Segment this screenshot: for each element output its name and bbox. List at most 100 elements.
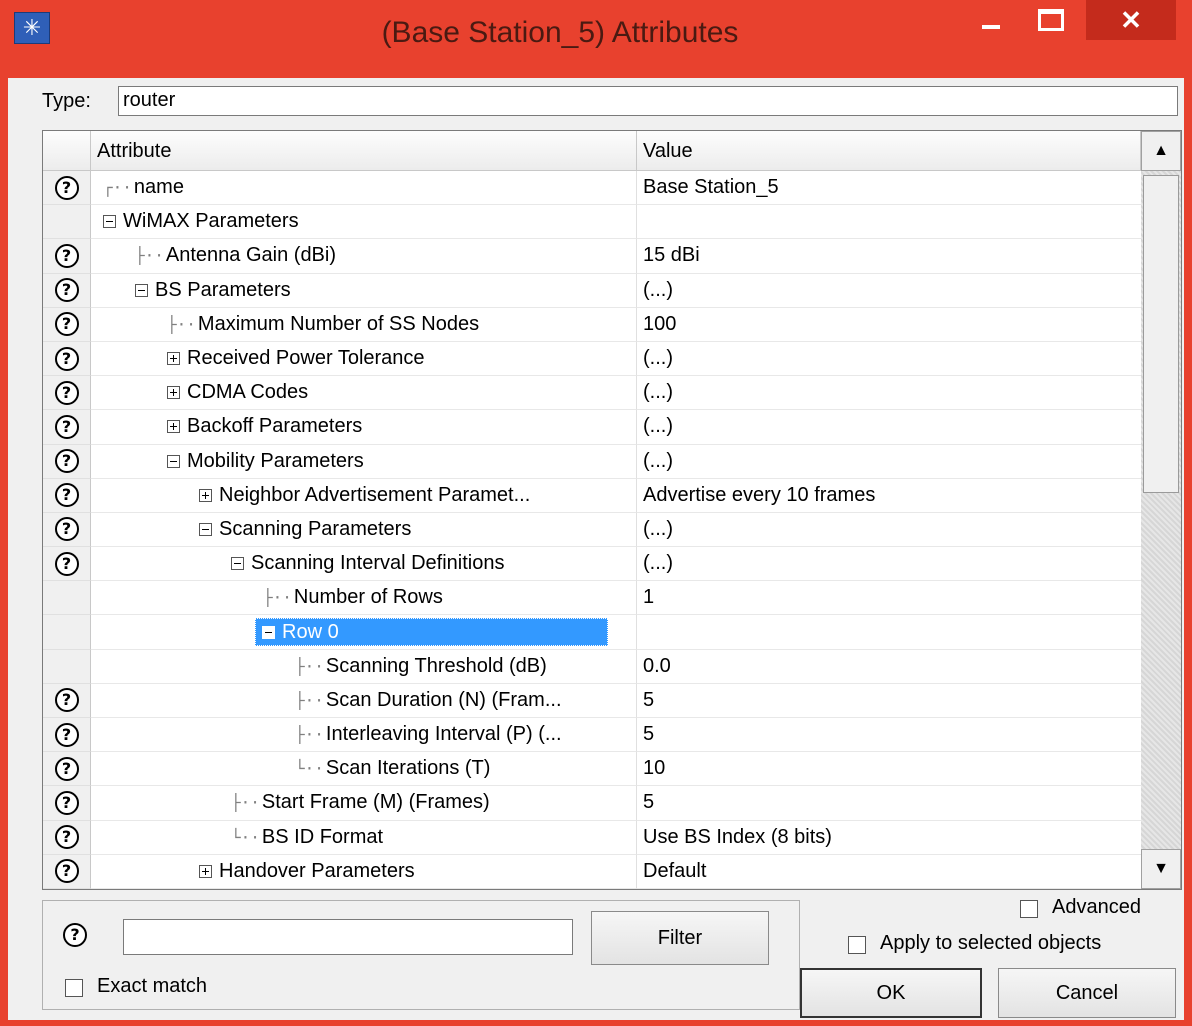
collapse-icon[interactable] — [103, 215, 116, 229]
table-row[interactable]: ? Neighbor Advertisement Paramet... Advert… — [43, 478, 1141, 513]
apply-selected-checkbox[interactable] — [848, 936, 866, 954]
value-cell[interactable]: (...) — [637, 376, 1141, 411]
expand-icon[interactable] — [199, 488, 212, 502]
value-cell[interactable]: (...) — [637, 410, 1141, 445]
attribute-cell[interactable]: ├·· Start Frame (M) (Frames) — [91, 786, 637, 821]
attribute-cell[interactable]: Neighbor Advertisement Paramet... — [91, 478, 637, 513]
collapse-icon[interactable] — [231, 557, 244, 571]
table-row[interactable]: ? ┌·· name Base Station_5 — [43, 171, 1141, 206]
help-icon[interactable]: ? — [54, 483, 79, 508]
help-icon[interactable]: ? — [54, 414, 79, 439]
advanced-checkbox[interactable] — [1020, 900, 1038, 918]
value-column-header[interactable]: Value — [637, 131, 1141, 171]
table-row[interactable]: ├·· Number of Rows 1 — [43, 581, 1141, 616]
table-row[interactable]: ? ├·· Antenna Gain (dBi) 15 dBi — [43, 239, 1141, 274]
expand-icon[interactable] — [167, 386, 180, 400]
help-icon[interactable]: ? — [54, 243, 79, 268]
attribute-cell[interactable]: Scanning Parameters — [91, 512, 637, 548]
star-app-icon[interactable]: ✳ — [14, 12, 50, 44]
collapse-icon[interactable] — [135, 283, 148, 297]
value-cell[interactable]: 5 — [637, 786, 1141, 821]
title-bar[interactable]: ✳ (Base Station_5) Attributes ✕ — [0, 0, 1192, 78]
value-cell[interactable]: (...) — [637, 547, 1141, 582]
table-row[interactable]: WiMAX Parameters — [43, 205, 1141, 240]
attribute-cell[interactable]: ├·· Antenna Gain (dBi) — [91, 239, 637, 274]
value-cell[interactable]: 100 — [637, 308, 1141, 342]
collapse-icon[interactable] — [167, 454, 180, 468]
type-field[interactable]: router — [118, 86, 1178, 116]
filter-input[interactable] — [123, 919, 573, 955]
attribute-cell[interactable]: BS Parameters — [91, 273, 637, 308]
help-icon[interactable]: ? — [54, 551, 79, 576]
help-icon[interactable]: ? — [63, 923, 87, 947]
value-cell[interactable]: 15 dBi — [637, 239, 1141, 274]
value-cell[interactable]: (...) — [637, 342, 1141, 377]
scroll-down-button[interactable]: ▼ — [1141, 849, 1181, 889]
vertical-scrollbar[interactable]: ▲ ▼ — [1141, 131, 1181, 889]
value-cell[interactable]: Advertise every 10 frames — [637, 479, 1141, 513]
minimize-button[interactable] — [968, 0, 1014, 40]
value-cell[interactable]: (...) — [637, 445, 1141, 479]
table-row[interactable]: ├·· Scanning Threshold (dB) 0.0 — [43, 649, 1141, 684]
help-icon[interactable]: ? — [54, 825, 79, 850]
attribute-cell[interactable]: WiMAX Parameters — [91, 205, 637, 240]
help-icon[interactable]: ? — [54, 175, 79, 200]
expand-icon[interactable] — [167, 420, 180, 434]
attribute-cell[interactable]: Handover Parameters — [91, 854, 637, 889]
table-row[interactable]: ? Backoff Parameters (...) — [43, 410, 1141, 445]
table-row[interactable]: ? BS Parameters (...) — [43, 273, 1141, 308]
attribute-cell[interactable]: ├·· Maximum Number of SS Nodes — [91, 307, 637, 342]
attribute-cell[interactable]: └·· Scan Iterations (T) — [91, 752, 637, 787]
table-row[interactable]: ? └·· BS ID Format Use BS Index (8 bits) — [43, 820, 1141, 855]
exact-match-checkbox[interactable] — [65, 979, 83, 997]
expand-icon[interactable] — [167, 352, 180, 366]
help-icon[interactable]: ? — [54, 312, 79, 337]
attribute-cell[interactable]: Row 0 — [91, 615, 637, 650]
help-icon[interactable]: ? — [54, 517, 79, 542]
table-row[interactable]: ? ├·· Scan Duration (N) (Fram... 5 — [43, 683, 1141, 718]
value-cell[interactable]: 1 — [637, 581, 1141, 616]
collapse-icon[interactable] — [262, 625, 275, 639]
attribute-cell[interactable]: ├·· Interleaving Interval (P) (... — [91, 718, 637, 753]
table-row[interactable]: ? Mobility Parameters (...) — [43, 444, 1141, 479]
table-row[interactable]: ? Received Power Tolerance (...) — [43, 341, 1141, 377]
value-cell[interactable] — [637, 615, 1141, 650]
filter-button[interactable]: Filter — [591, 911, 769, 965]
value-cell[interactable]: Default — [637, 855, 1141, 889]
attribute-cell[interactable]: Received Power Tolerance — [91, 341, 637, 377]
table-row[interactable]: ? CDMA Codes (...) — [43, 376, 1141, 411]
attribute-cell[interactable]: Mobility Parameters — [91, 444, 637, 479]
help-icon[interactable]: ? — [54, 790, 79, 815]
help-icon[interactable]: ? — [54, 380, 79, 405]
expand-icon[interactable] — [199, 864, 212, 878]
value-cell[interactable]: 5 — [637, 684, 1141, 718]
help-icon[interactable]: ? — [54, 722, 79, 747]
scrollbar-thumb[interactable] — [1143, 175, 1179, 493]
attribute-cell[interactable]: ├·· Scan Duration (N) (Fram... — [91, 683, 637, 718]
ok-button[interactable]: OK — [800, 968, 982, 1018]
table-row[interactable]: ? Scanning Interval Definitions (...) — [43, 547, 1141, 582]
value-cell[interactable]: Base Station_5 — [637, 171, 1141, 206]
value-cell[interactable]: Use BS Index (8 bits) — [637, 821, 1141, 855]
attribute-cell[interactable]: ┌·· name — [91, 171, 637, 206]
help-icon[interactable]: ? — [54, 688, 79, 713]
value-cell[interactable] — [637, 205, 1141, 240]
help-icon[interactable]: ? — [54, 278, 79, 303]
cancel-button[interactable]: Cancel — [998, 968, 1176, 1018]
close-button[interactable]: ✕ — [1086, 0, 1176, 40]
value-cell[interactable]: (...) — [637, 513, 1141, 548]
attribute-cell[interactable]: └·· BS ID Format — [91, 820, 637, 855]
collapse-icon[interactable] — [199, 522, 212, 536]
value-cell[interactable]: 0.0 — [637, 650, 1141, 684]
maximize-button[interactable] — [1028, 0, 1074, 40]
value-cell[interactable]: 5 — [637, 718, 1141, 753]
table-row[interactable]: ? Scanning Parameters (...) — [43, 512, 1141, 548]
table-row[interactable]: ? Handover Parameters Default — [43, 854, 1141, 889]
help-icon[interactable]: ? — [54, 449, 79, 474]
table-row[interactable]: ? └·· Scan Iterations (T) 10 — [43, 752, 1141, 787]
help-icon[interactable]: ? — [54, 346, 79, 371]
table-row[interactable]: ? ├·· Maximum Number of SS Nodes 100 — [43, 307, 1141, 342]
table-row[interactable]: ? ├·· Start Frame (M) (Frames) 5 — [43, 786, 1141, 821]
value-cell[interactable]: (...) — [637, 274, 1141, 308]
attribute-cell[interactable]: ├·· Number of Rows — [91, 581, 637, 616]
